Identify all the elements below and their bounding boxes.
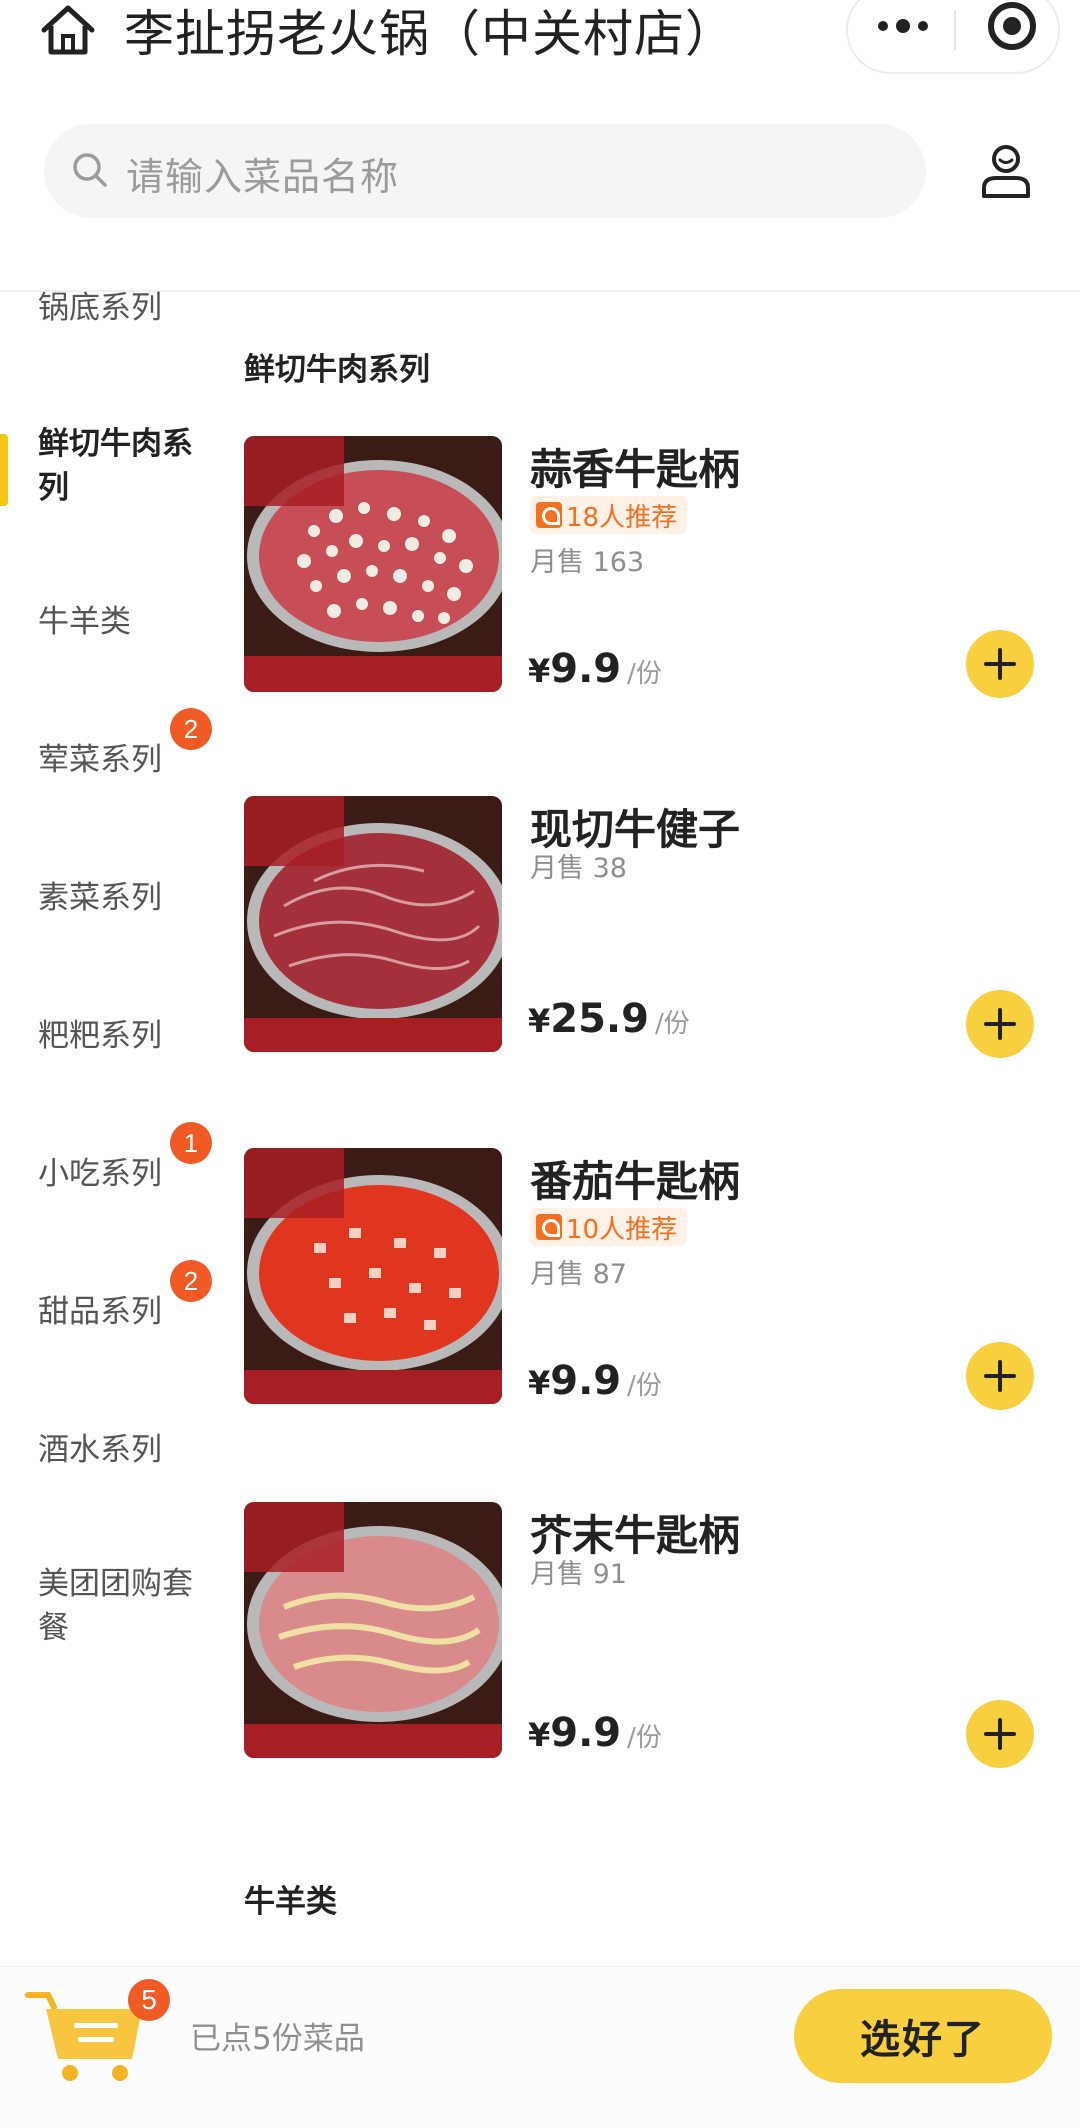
home-icon[interactable] bbox=[38, 2, 98, 58]
search-placeholder: 请输入菜品名称 bbox=[126, 155, 400, 199]
dish-card[interactable]: 现切牛健子 月售 38 ¥25.9/份 bbox=[244, 796, 1064, 1058]
dish-price: ¥25.9/份 bbox=[528, 996, 690, 1042]
price-unit: /份 bbox=[627, 1371, 662, 1401]
more-icon[interactable] bbox=[874, 6, 932, 46]
dish-price: ¥9.9/份 bbox=[528, 1358, 662, 1404]
garlic-beef-dish-image bbox=[244, 436, 502, 692]
sliced-beef-dish-image bbox=[244, 796, 502, 1052]
monthly-sales: 月售 87 bbox=[530, 1259, 627, 1290]
cart-count-badge: 5 bbox=[128, 1979, 170, 2021]
currency-symbol: ¥ bbox=[528, 1364, 551, 1402]
recommend-tag: 10人推荐 bbox=[530, 1208, 688, 1246]
dish-price: ¥9.9/份 bbox=[528, 646, 662, 692]
sidebar-item-vegetable[interactable]: 素菜系列 bbox=[38, 876, 218, 920]
cart-summary: 已点5份菜品 bbox=[190, 2021, 365, 2057]
dish-card[interactable]: 番茄牛匙柄 10人推荐 月售 87 ¥9.9/份 bbox=[244, 1148, 1064, 1410]
page-title: 李扯拐老火锅（中关村店） bbox=[124, 5, 736, 63]
cart-bar: 5 已点5份菜品 选好了 bbox=[0, 1966, 1080, 2128]
price-value: 25.9 bbox=[550, 996, 649, 1042]
recommend-icon bbox=[536, 1214, 562, 1240]
wasabi-beef-dish-image bbox=[244, 1502, 502, 1758]
sidebar-item-baba[interactable]: 粑粑系列 bbox=[38, 1014, 218, 1058]
price-value: 9.9 bbox=[550, 1358, 622, 1404]
sidebar-item-beef-lamb[interactable]: 牛羊类 bbox=[38, 600, 218, 644]
dish-card[interactable]: 芥末牛匙柄 月售 91 ¥9.9/份 bbox=[244, 1502, 1064, 1768]
header-bar: 李扯拐老火锅（中关村店） bbox=[0, 0, 1080, 90]
recommend-text: 18人推荐 bbox=[566, 502, 678, 533]
checkout-button[interactable]: 选好了 bbox=[794, 1989, 1052, 2083]
recommend-text: 10人推荐 bbox=[566, 1214, 678, 1245]
tomato-beef-dish-image bbox=[244, 1148, 502, 1404]
mini-program-capsule bbox=[846, 0, 1060, 74]
dish-name: 番茄牛匙柄 bbox=[530, 1157, 741, 1206]
price-value: 9.9 bbox=[550, 1710, 622, 1756]
price-unit: /份 bbox=[627, 659, 662, 689]
add-to-cart-button[interactable] bbox=[966, 990, 1034, 1058]
dish-name: 蒜香牛匙柄 bbox=[530, 445, 741, 494]
search-input[interactable]: 请输入菜品名称 bbox=[44, 124, 926, 218]
sidebar-item-soup-base[interactable]: 锅底系列 bbox=[38, 286, 218, 330]
currency-symbol: ¥ bbox=[528, 1716, 551, 1754]
add-to-cart-button[interactable] bbox=[966, 1700, 1034, 1768]
recommend-icon bbox=[536, 502, 562, 528]
close-target-icon[interactable] bbox=[988, 2, 1036, 50]
sidebar-item-fresh-beef[interactable]: 鲜切牛肉系列 bbox=[38, 422, 218, 510]
section-title-beef-lamb: 牛羊类 bbox=[244, 1884, 337, 1920]
sidebar-item-dessert[interactable]: 甜品系列 bbox=[38, 1290, 218, 1334]
price-unit: /份 bbox=[654, 1009, 690, 1039]
sidebar-item-drinks[interactable]: 酒水系列 bbox=[38, 1428, 218, 1472]
monthly-sales: 月售 38 bbox=[530, 853, 627, 884]
category-sidebar: 锅底系列 鲜切牛肉系列 牛羊类 2 荤菜系列 素菜系列 粑粑系列 1 小吃系列 … bbox=[0, 290, 230, 1964]
dish-price: ¥9.9/份 bbox=[528, 1710, 662, 1756]
capsule-divider bbox=[954, 10, 956, 50]
sidebar-item-group-deal[interactable]: 美团团购套餐 bbox=[38, 1562, 218, 1650]
price-value: 9.9 bbox=[550, 646, 622, 692]
user-icon[interactable] bbox=[980, 142, 1032, 200]
dish-card[interactable]: 蒜香牛匙柄 18人推荐 月售 163 ¥9.9/份 bbox=[244, 436, 1064, 698]
sidebar-item-snack[interactable]: 小吃系列 bbox=[38, 1152, 218, 1196]
sidebar-item-meat[interactable]: 荤菜系列 bbox=[38, 738, 218, 782]
price-unit: /份 bbox=[627, 1723, 662, 1753]
section-title-fresh-beef: 鲜切牛肉系列 bbox=[244, 352, 430, 388]
monthly-sales: 月售 91 bbox=[530, 1559, 627, 1590]
recommend-tag: 18人推荐 bbox=[530, 496, 688, 534]
search-icon bbox=[73, 153, 107, 187]
currency-symbol: ¥ bbox=[528, 652, 551, 690]
currency-symbol: ¥ bbox=[528, 1002, 551, 1040]
monthly-sales: 月售 163 bbox=[530, 547, 645, 578]
active-category-indicator bbox=[0, 434, 8, 506]
add-to-cart-button[interactable] bbox=[966, 630, 1034, 698]
add-to-cart-button[interactable] bbox=[966, 1342, 1034, 1410]
